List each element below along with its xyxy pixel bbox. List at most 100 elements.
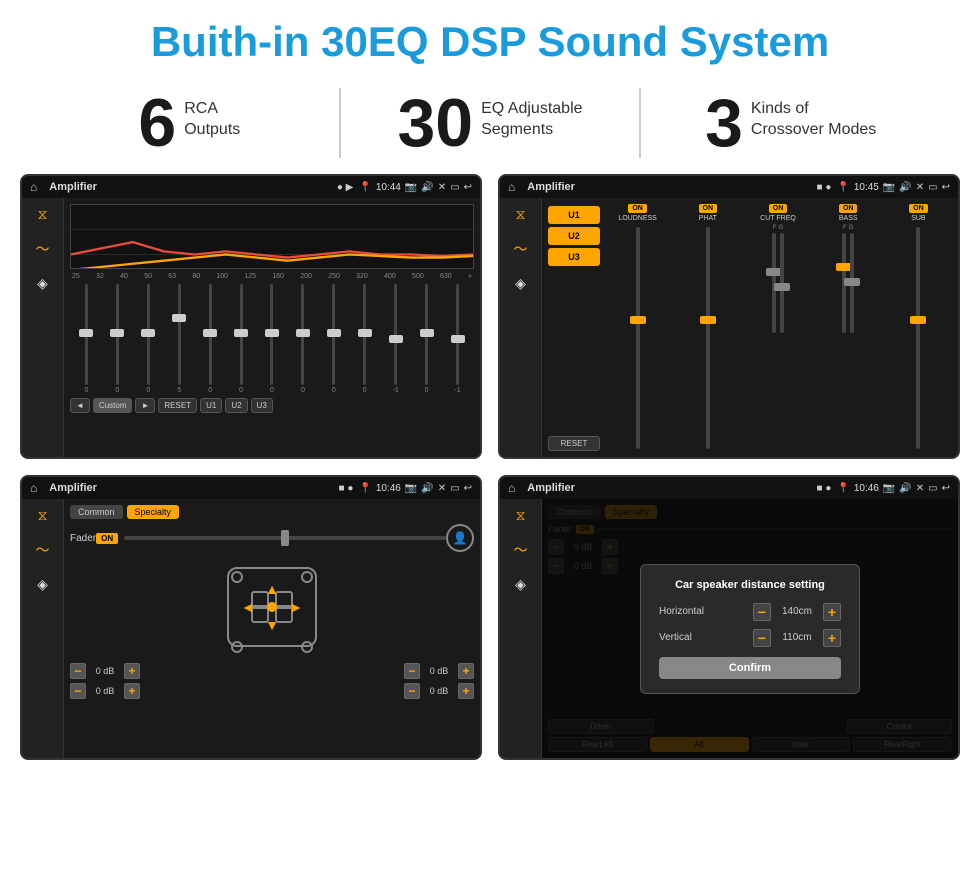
speaker-fr <box>301 571 313 583</box>
eq-slider-12[interactable]: -1 <box>443 284 472 394</box>
horizontal-minus[interactable]: − <box>753 603 771 621</box>
screen3-sidebar: ⧖ 〜 ◈ <box>22 499 64 758</box>
home-icon-3[interactable]: ⌂ <box>30 481 37 495</box>
db-plus-rr[interactable]: + <box>458 683 474 699</box>
nav-up-arrow[interactable]: ▲ <box>265 581 279 597</box>
phat-slider[interactable] <box>674 225 741 451</box>
confirm-button[interactable]: Confirm <box>659 657 841 679</box>
sub-slider[interactable] <box>885 225 952 451</box>
prev-button[interactable]: ◄ <box>70 398 90 413</box>
db-plus-rl[interactable]: + <box>124 683 140 699</box>
phat-on[interactable]: ON <box>699 204 718 213</box>
stats-row: 6 RCAOutputs 30 EQ AdjustableSegments 3 … <box>0 76 980 174</box>
db-val-fr: 0 dB <box>424 666 454 676</box>
eq-slider-8[interactable]: 0 <box>319 284 348 394</box>
dialog-horizontal-row: Horizontal − 140cm + <box>659 603 841 621</box>
location-icon-4: 📍 <box>837 483 849 494</box>
nav-left-arrow[interactable]: ◄ <box>241 599 255 615</box>
sidebar-wave-icon[interactable]: 〜 <box>36 239 50 259</box>
eq-slider-0[interactable]: 0 <box>72 284 101 394</box>
loudness-on[interactable]: ON <box>628 204 647 213</box>
eq-slider-7[interactable]: 0 <box>288 284 317 394</box>
battery-icon-2: ▭ <box>928 182 937 193</box>
camera-icon-3: 📷 <box>405 483 417 494</box>
back-icon-3[interactable]: ↩ <box>464 483 472 494</box>
home-icon-1[interactable]: ⌂ <box>30 180 37 194</box>
sidebar-speaker-icon-3[interactable]: ◈ <box>37 576 48 593</box>
u3-preset[interactable]: U3 <box>548 248 600 266</box>
bass-on[interactable]: ON <box>839 204 858 213</box>
db-plus-fl[interactable]: + <box>124 663 140 679</box>
volume-icon-1: 🔊 <box>421 182 433 193</box>
eq-slider-4[interactable]: 0 <box>196 284 225 394</box>
reset-button[interactable]: RESET <box>158 398 197 413</box>
x-icon-1: ✕ <box>438 182 446 193</box>
sidebar-wave-icon-4[interactable]: 〜 <box>514 540 528 560</box>
db-minus-rr[interactable]: − <box>404 683 420 699</box>
status-icons-3: 📍 10:46 📷 🔊 ✕ ▭ ↩ <box>359 483 472 494</box>
screen-fader: ⌂ Amplifier ■ ● 📍 10:46 📷 🔊 ✕ ▭ ↩ ⧖ 〜 ◈ <box>20 475 482 760</box>
screen-dialog: ⌂ Amplifier ■ ● 📍 10:46 📷 🔊 ✕ ▭ ↩ ⧖ 〜 ◈ <box>498 475 960 760</box>
fader-label: Fader <box>70 533 96 544</box>
u1-preset[interactable]: U1 <box>548 206 600 224</box>
sidebar-wave-icon-2[interactable]: 〜 <box>514 239 528 259</box>
vertical-plus[interactable]: + <box>823 629 841 647</box>
eq-slider-3[interactable]: 5 <box>165 284 194 394</box>
sidebar-eq-icon-2[interactable]: ⧖ <box>516 206 526 223</box>
eq-slider-6[interactable]: 0 <box>258 284 287 394</box>
settings-icon[interactable]: 👤 <box>446 524 474 552</box>
u3-button[interactable]: U3 <box>251 398 273 413</box>
freq-630: 630 <box>440 273 452 280</box>
preset-custom[interactable]: Custom <box>93 398 133 413</box>
camera-icon-1: 📷 <box>405 182 417 193</box>
sidebar-speaker-icon[interactable]: ◈ <box>37 275 48 292</box>
sidebar-eq-icon[interactable]: ⧖ <box>38 206 48 223</box>
screen4-sidebar: ⧖ 〜 ◈ <box>500 499 542 758</box>
sidebar-speaker-icon-4[interactable]: ◈ <box>515 576 526 593</box>
tab-specialty[interactable]: Specialty <box>127 505 180 519</box>
home-icon-2[interactable]: ⌂ <box>508 180 515 194</box>
freq-160: 160 <box>272 273 284 280</box>
back-icon-2[interactable]: ↩ <box>942 182 950 193</box>
cutfreq-on[interactable]: ON <box>769 204 788 213</box>
app-name-2: Amplifier <box>527 181 810 193</box>
x-icon-2: ✕ <box>916 182 924 193</box>
db-minus-rl[interactable]: − <box>70 683 86 699</box>
stat-rca-label: RCAOutputs <box>184 89 240 141</box>
sidebar-eq-icon-4[interactable]: ⧖ <box>516 507 526 524</box>
status-icons-4: 📍 10:46 📷 🔊 ✕ ▭ ↩ <box>837 483 950 494</box>
vertical-minus[interactable]: − <box>753 629 771 647</box>
eq-slider-10[interactable]: -1 <box>381 284 410 394</box>
next-button[interactable]: ► <box>135 398 155 413</box>
eq-slider-9[interactable]: 0 <box>350 284 379 394</box>
db-plus-fr[interactable]: + <box>458 663 474 679</box>
nav-down-arrow[interactable]: ▼ <box>265 617 279 633</box>
eq-slider-2[interactable]: 0 <box>134 284 163 394</box>
horizontal-plus[interactable]: + <box>823 603 841 621</box>
sidebar-wave-icon-3[interactable]: 〜 <box>36 540 50 560</box>
crossover-reset[interactable]: RESET <box>548 436 600 451</box>
loudness-slider[interactable] <box>604 225 671 451</box>
eq-slider-5[interactable]: 0 <box>227 284 256 394</box>
sidebar-eq-icon-3[interactable]: ⧖ <box>38 507 48 524</box>
nav-right-arrow[interactable]: ► <box>289 599 303 615</box>
u2-preset[interactable]: U2 <box>548 227 600 245</box>
db-minus-fl[interactable]: − <box>70 663 86 679</box>
back-icon-1[interactable]: ↩ <box>464 182 472 193</box>
sidebar-speaker-icon-2[interactable]: ◈ <box>515 275 526 292</box>
back-icon-4[interactable]: ↩ <box>942 483 950 494</box>
eq-slider-1[interactable]: 0 <box>103 284 132 394</box>
home-icon-4[interactable]: ⌂ <box>508 481 515 495</box>
eq-slider-11[interactable]: 0 <box>412 284 441 394</box>
fader-on-badge[interactable]: ON <box>96 533 118 544</box>
freq-125: 125 <box>244 273 256 280</box>
battery-icon-3: ▭ <box>450 483 459 494</box>
db-minus-fr[interactable]: − <box>404 663 420 679</box>
u1-button[interactable]: U1 <box>200 398 222 413</box>
screen3-content: ⧖ 〜 ◈ Common Specialty Fader ON 👤 <box>22 499 480 758</box>
bass-slider[interactable]: F G <box>815 225 882 451</box>
u2-button[interactable]: U2 <box>225 398 247 413</box>
cutfreq-slider[interactable]: F G <box>744 225 811 451</box>
sub-on[interactable]: ON <box>909 204 928 213</box>
tab-common[interactable]: Common <box>70 505 123 519</box>
